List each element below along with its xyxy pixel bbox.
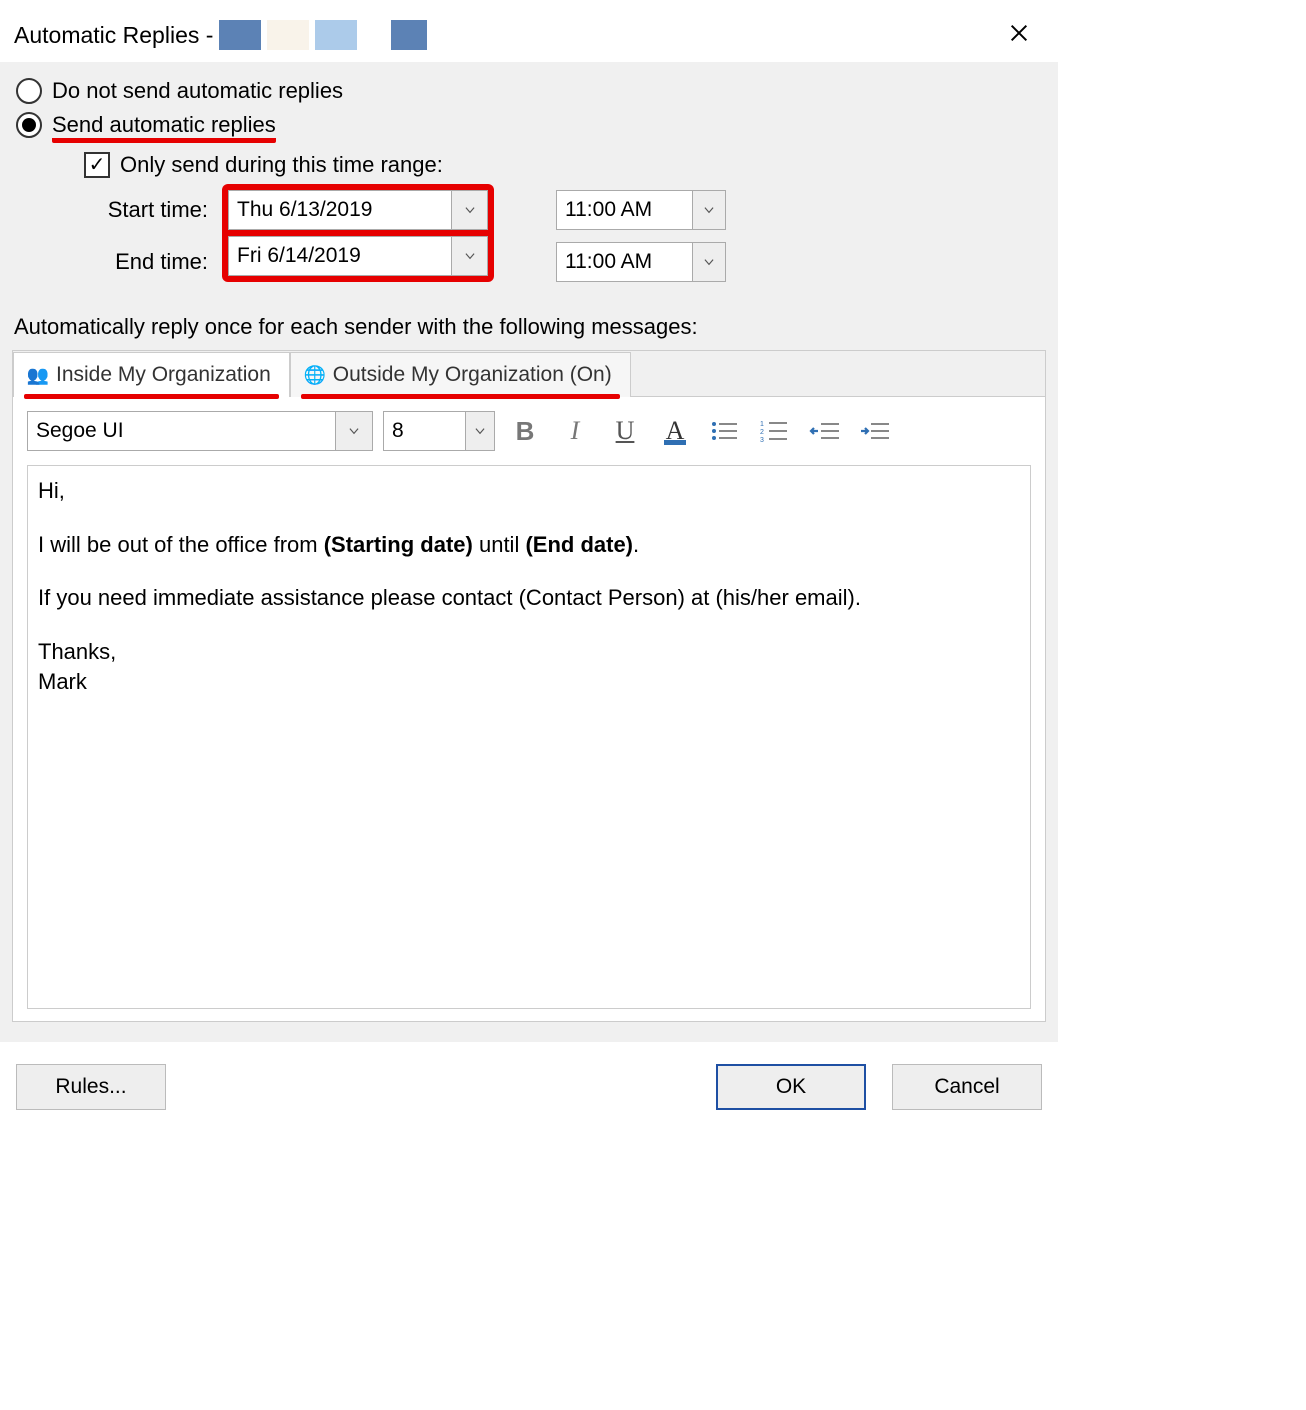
bold-button[interactable]: B	[505, 411, 545, 451]
title-color-1	[219, 20, 261, 50]
radio-do-not-send-label: Do not send automatic replies	[52, 78, 343, 104]
start-time-combo[interactable]	[556, 190, 726, 230]
radio-send[interactable]: Send automatic replies	[16, 112, 1046, 138]
rules-button[interactable]: Rules...	[16, 1064, 166, 1110]
people-icon: 👥	[28, 365, 48, 385]
formatting-toolbar: B I U A 1 2	[27, 411, 1031, 451]
globe-icon: 🌐	[305, 365, 325, 385]
radio-icon-selected	[16, 112, 42, 138]
checkbox-time-range[interactable]: ✓ Only send during this time range:	[84, 152, 1046, 178]
increase-indent-button[interactable]	[855, 411, 895, 451]
font-color-button[interactable]: A	[655, 411, 695, 451]
ok-button[interactable]: OK	[716, 1064, 866, 1110]
end-date-input[interactable]	[229, 237, 451, 275]
tab-inside-label: Inside My Organization	[56, 363, 271, 387]
bullet-list-button[interactable]	[705, 411, 745, 451]
end-date-combo[interactable]	[228, 236, 488, 276]
date-range-highlight	[222, 184, 494, 282]
title-color-2	[267, 20, 309, 50]
chevron-down-icon	[463, 249, 477, 263]
tab-inside-organization[interactable]: 👥 Inside My Organization	[13, 352, 290, 397]
annotation-underline	[24, 394, 279, 399]
tab-outside-organization[interactable]: 🌐 Outside My Organization (On)	[290, 352, 631, 397]
svg-text:2: 2	[760, 429, 764, 436]
close-button[interactable]	[1000, 18, 1038, 52]
chevron-down-icon	[347, 424, 361, 438]
start-date-input[interactable]	[229, 191, 451, 229]
font-name-combo[interactable]	[27, 411, 373, 451]
message-editor[interactable]: Hi, I will be out of the office from (St…	[27, 465, 1031, 1009]
font-size-dropdown-button[interactable]	[465, 412, 494, 450]
editor-line: Mark	[38, 667, 1020, 697]
font-size-input[interactable]	[384, 412, 465, 450]
font-name-input[interactable]	[28, 412, 335, 450]
checkbox-icon: ✓	[84, 152, 110, 178]
chevron-down-icon	[463, 203, 477, 217]
font-size-combo[interactable]	[383, 411, 495, 451]
end-time-input[interactable]	[557, 243, 692, 281]
font-name-dropdown-button[interactable]	[335, 412, 372, 450]
checkbox-time-range-label: Only send during this time range:	[120, 152, 443, 178]
svg-text:3: 3	[760, 437, 764, 443]
editor-line: Hi,	[38, 476, 1020, 506]
chevron-down-icon	[702, 203, 716, 217]
start-time-dropdown-button[interactable]	[692, 191, 725, 229]
editor-line: I will be out of the office from (Starti…	[38, 530, 1020, 560]
underline-button[interactable]: U	[605, 411, 645, 451]
chevron-down-icon	[473, 424, 487, 438]
editor-line: Thanks,	[38, 637, 1020, 667]
radio-icon	[16, 78, 42, 104]
titlebar: Automatic Replies -	[0, 0, 1058, 62]
decrease-indent-button[interactable]	[805, 411, 845, 451]
numbered-list-button[interactable]: 1 2 3	[755, 411, 795, 451]
end-time-label: End time:	[84, 249, 222, 275]
title-color-4	[391, 20, 427, 50]
italic-button[interactable]: I	[555, 411, 595, 451]
start-time-input[interactable]	[557, 191, 692, 229]
end-date-dropdown-button[interactable]	[451, 237, 487, 275]
start-date-combo[interactable]	[228, 190, 488, 230]
end-time-dropdown-button[interactable]	[692, 243, 725, 281]
radio-do-not-send[interactable]: Do not send automatic replies	[16, 78, 1046, 104]
window-title: Automatic Replies -	[14, 22, 213, 49]
chevron-down-icon	[702, 255, 716, 269]
title-color-3	[315, 20, 357, 50]
annotation-underline	[301, 394, 620, 399]
svg-text:1: 1	[760, 421, 764, 428]
end-time-combo[interactable]	[556, 242, 726, 282]
start-time-label: Start time:	[84, 197, 222, 223]
cancel-button[interactable]: Cancel	[892, 1064, 1042, 1110]
instruction-text: Automatically reply once for each sender…	[14, 314, 1046, 340]
start-date-dropdown-button[interactable]	[451, 191, 487, 229]
editor-line: If you need immediate assistance please …	[38, 583, 1020, 613]
radio-send-label: Send automatic replies	[52, 112, 276, 138]
tab-outside-label: Outside My Organization (On)	[333, 363, 612, 387]
